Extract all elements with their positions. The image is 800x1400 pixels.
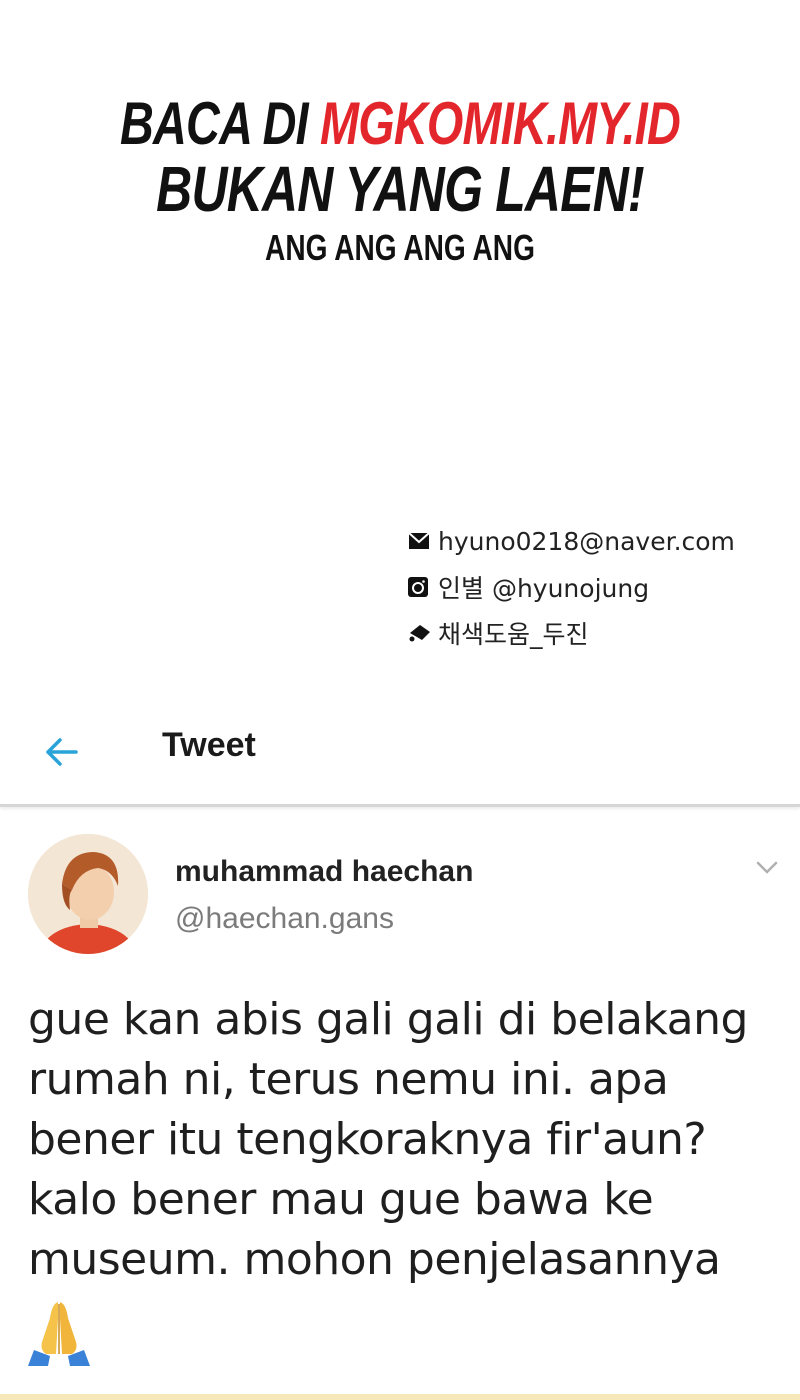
instagram-icon (408, 577, 438, 597)
credit-coloring-row: 채색도움_두진 (408, 610, 735, 656)
watermark-banner: BACA DI MGKOMIK.MY.ID BUKAN YANG LAEN! A… (88, 92, 712, 268)
paint-icon (408, 623, 438, 643)
author-username[interactable]: @haechan.gans (175, 902, 394, 936)
tweet-text: gue kan abis gali gali di belakang rumah… (28, 990, 788, 1290)
tweet-line: bener itu tengkoraknya fir'aun? (28, 1114, 707, 1165)
watermark-line1: BACA DI MGKOMIK.MY.ID (88, 92, 712, 156)
tweet-line: kalo bener mau gue bawa ke (28, 1174, 654, 1225)
tweet-line: rumah ni, terus nemu ini. apa (28, 1054, 669, 1105)
watermark-prefix: BACA DI (120, 90, 321, 157)
watermark-site: MGKOMIK.MY.ID (320, 90, 681, 157)
credit-instagram: 인별 @hyunojung (438, 574, 650, 603)
credit-coloring: 채색도움_두진 (438, 620, 589, 649)
watermark-line3: ANG ANG ANG ANG (265, 227, 535, 268)
envelope-icon (408, 532, 438, 550)
watermark-line2: BUKAN YANG LAEN! (156, 153, 644, 225)
tweet-line: museum. mohon penjelasannya (28, 1234, 721, 1285)
avatar[interactable] (28, 834, 148, 954)
credit-email-row: hyuno0218@naver.com (408, 518, 735, 564)
chevron-down-icon[interactable] (752, 852, 782, 882)
folded-hands-emoji (22, 1298, 96, 1366)
credit-email: hyuno0218@naver.com (438, 526, 735, 556)
artist-credits: hyuno0218@naver.com 인별 @hyunojung 채색도움_두… (408, 518, 735, 656)
author-display-name[interactable]: muhammad haechan (175, 855, 473, 889)
tweet-header-bar: Tweet (0, 706, 800, 807)
back-arrow-icon[interactable] (40, 730, 84, 774)
credit-instagram-row: 인별 @hyunojung (408, 564, 735, 610)
tweet-line: gue kan abis gali gali di belakang (28, 994, 748, 1045)
page-title: Tweet (162, 726, 256, 764)
bottom-edge (0, 1394, 800, 1400)
